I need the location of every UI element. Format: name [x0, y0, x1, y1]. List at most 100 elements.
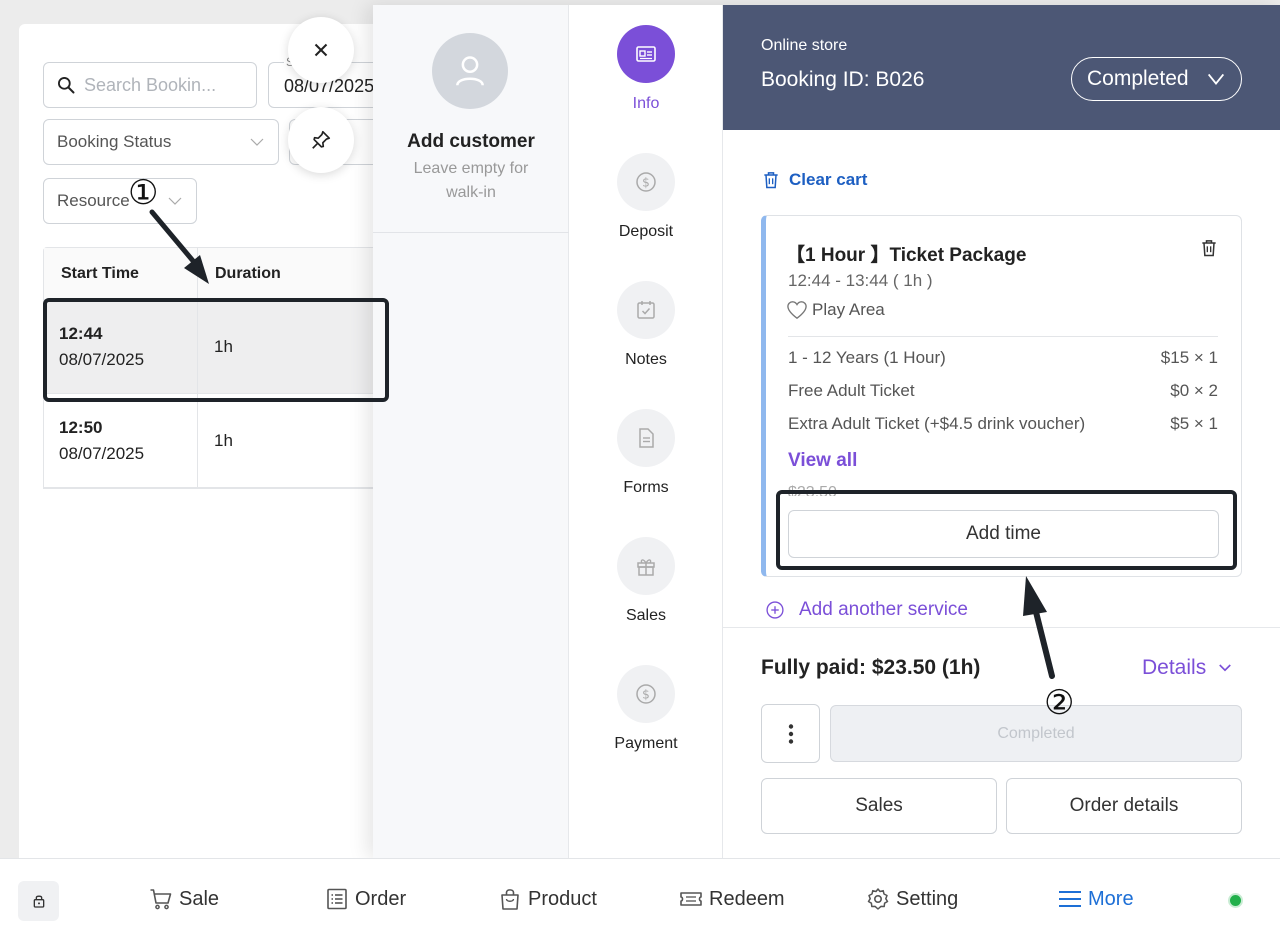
- step-marker-2: ②: [1044, 683, 1075, 723]
- row-duration: 1h: [214, 430, 233, 450]
- close-icon: [314, 43, 328, 57]
- dollar-coin-icon: $: [636, 172, 656, 192]
- line-item: Free Adult Ticket $0 × 2: [788, 381, 1218, 401]
- table-row[interactable]: 12:50 08/07/2025 1h: [44, 394, 379, 488]
- nav-item-notes[interactable]: Notes: [569, 281, 723, 369]
- add-service-label: Add another service: [799, 599, 968, 620]
- line-item-name: 1 - 12 Years (1 Hour): [788, 348, 946, 367]
- gift-icon: [637, 559, 655, 576]
- chevron-down-icon: [1219, 664, 1232, 672]
- booking-status-label: Completed: [1087, 67, 1189, 90]
- bottom-nav-label: More: [1088, 887, 1134, 910]
- bottom-nav-label: Sale: [179, 887, 220, 910]
- menu-icon: [1059, 891, 1081, 907]
- step-marker-1: ①: [128, 173, 159, 213]
- nav-item-payment[interactable]: $ Payment: [569, 665, 723, 753]
- lock-icon: [33, 895, 44, 908]
- divider: [788, 336, 1218, 337]
- nav-label: Info: [632, 95, 660, 112]
- table-header: Start Time Duration: [44, 248, 379, 300]
- bottom-nav-label: Setting: [896, 887, 959, 910]
- svg-text:$: $: [642, 176, 650, 190]
- view-all-link[interactable]: View all: [788, 450, 857, 472]
- bottom-nav-label: Product: [528, 887, 597, 910]
- search-bookings-input[interactable]: [84, 74, 244, 96]
- payment-status: Fully paid: $23.50 (1h): [761, 656, 981, 679]
- order-details-button[interactable]: Order details: [1006, 778, 1242, 834]
- completed-button[interactable]: Completed: [830, 705, 1242, 762]
- more-actions-button[interactable]: [761, 704, 820, 763]
- line-item-price: $5 × 1: [1170, 414, 1218, 433]
- pin-icon: [312, 130, 331, 149]
- nav-label: Forms: [623, 479, 669, 496]
- chevron-down-icon: [250, 138, 264, 146]
- line-item-price: $0 × 2: [1170, 381, 1218, 400]
- plus-circle-icon: [766, 601, 784, 619]
- line-item-price: $15 × 1: [1160, 348, 1218, 367]
- trash-icon: [764, 172, 778, 189]
- booking-status-placeholder: Booking Status: [57, 132, 172, 151]
- booking-source: Online store: [761, 37, 848, 54]
- area-label: Play Area: [812, 300, 885, 319]
- divider: [373, 232, 569, 233]
- avatar[interactable]: [432, 33, 508, 109]
- customer-column: Add customer Leave empty for walk-in: [373, 5, 569, 858]
- resource-placeholder: Resource: [57, 191, 130, 210]
- booking-detail-panel: Online store Booking ID: B026 Completed …: [723, 5, 1280, 858]
- line-item: 1 - 12 Years (1 Hour) $15 × 1: [788, 348, 1218, 368]
- pin-button[interactable]: [288, 107, 354, 173]
- nav-label: Notes: [625, 351, 667, 368]
- nav-item-forms[interactable]: Forms: [569, 409, 723, 497]
- nav-item-sales[interactable]: Sales: [569, 537, 723, 625]
- close-button[interactable]: [288, 17, 354, 83]
- calendar-check-icon: [637, 301, 655, 319]
- bottom-nav-order[interactable]: Order: [325, 887, 406, 911]
- bottom-nav-label: Redeem: [709, 887, 785, 910]
- user-icon: [456, 56, 484, 86]
- line-item: Extra Adult Ticket (+$4.5 drink voucher)…: [788, 414, 1218, 434]
- bottom-nav-label: Order: [355, 887, 407, 910]
- bottom-nav-more[interactable]: More: [1058, 887, 1134, 911]
- search-bookings-input-wrapper[interactable]: [43, 62, 257, 108]
- clear-cart-label: Clear cart: [789, 170, 868, 189]
- cart-item-area: Play Area: [786, 300, 885, 320]
- add-customer-subtitle: Leave empty for walk-in: [413, 160, 529, 201]
- gear-icon: [867, 888, 889, 910]
- add-another-service-button[interactable]: Add another service: [765, 599, 968, 621]
- bottom-navigation: Sale Order Product Redeem Setting More: [0, 858, 1280, 941]
- resource-select[interactable]: Resource: [43, 178, 197, 224]
- bottom-nav-redeem[interactable]: Redeem: [679, 887, 785, 911]
- row-date: 08/07/2025: [59, 443, 145, 463]
- details-toggle[interactable]: Details: [1142, 656, 1234, 680]
- document-icon: [639, 428, 654, 448]
- sales-button[interactable]: Sales: [761, 778, 997, 834]
- nav-item-info[interactable]: Info: [569, 25, 723, 113]
- bottom-nav-setting[interactable]: Setting: [866, 887, 958, 911]
- list-icon: [327, 888, 347, 910]
- add-customer-title[interactable]: Add customer: [373, 131, 569, 153]
- row-start-time: 12:50: [59, 417, 103, 437]
- svg-text:$: $: [642, 688, 650, 702]
- column-start-time: Start Time: [44, 248, 198, 299]
- id-card-icon: [636, 46, 656, 62]
- cart-item-time: 12:44 - 13:44 ( 1h ): [788, 271, 933, 290]
- chevron-down-icon: [1207, 73, 1224, 86]
- trash-icon[interactable]: [1199, 238, 1219, 258]
- heart-icon: [787, 301, 807, 320]
- lock-button[interactable]: [18, 881, 59, 921]
- bottom-nav-sale[interactable]: Sale: [149, 887, 219, 911]
- clear-cart-button[interactable]: Clear cart: [761, 170, 867, 190]
- chevron-down-icon: [168, 197, 182, 205]
- bag-icon: [501, 889, 519, 910]
- online-status-indicator: [1228, 893, 1243, 908]
- booking-status-select[interactable]: Booking Status: [43, 119, 279, 165]
- details-label: Details: [1142, 656, 1207, 679]
- nav-label: Deposit: [618, 223, 674, 240]
- search-icon: [57, 77, 75, 94]
- nav-item-deposit[interactable]: $ Deposit: [569, 153, 723, 241]
- divider: [723, 627, 1280, 628]
- booking-header: Online store Booking ID: B026 Completed: [723, 5, 1280, 130]
- highlight-box-add-time: [776, 490, 1237, 570]
- booking-status-dropdown[interactable]: Completed: [1071, 57, 1242, 101]
- bottom-nav-product[interactable]: Product: [498, 887, 597, 911]
